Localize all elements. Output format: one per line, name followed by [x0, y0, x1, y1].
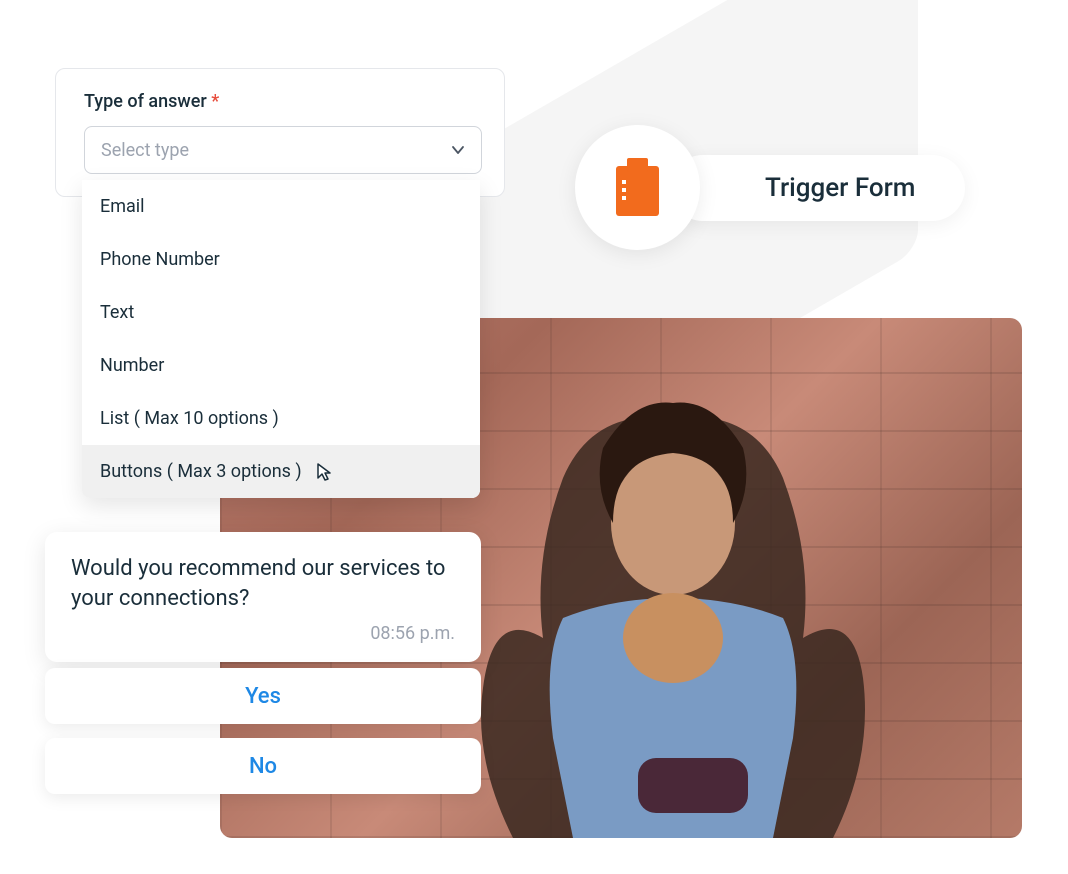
option-label: Number [100, 355, 164, 376]
response-yes-button[interactable]: Yes [45, 668, 481, 724]
select-type-dropdown[interactable]: Select type [84, 126, 482, 174]
clipboard-icon [610, 158, 665, 218]
option-label: Text [100, 302, 134, 323]
required-star: * [211, 91, 219, 112]
field-label-text: Type of answer [84, 91, 207, 112]
field-label: Type of answer * [84, 91, 482, 112]
option-text[interactable]: Text [82, 286, 480, 339]
option-label: Buttons ( Max 3 options ) [100, 461, 302, 482]
trigger-form-title: Trigger Form [765, 173, 915, 203]
option-label: Phone Number [100, 249, 220, 270]
option-phone-number[interactable]: Phone Number [82, 233, 480, 286]
chat-message-bubble: Would you recommend our services to your… [45, 532, 481, 662]
button-label: Yes [245, 684, 281, 709]
select-placeholder: Select type [101, 140, 189, 161]
option-label: Email [100, 196, 145, 217]
button-label: No [249, 754, 277, 779]
chat-message-text: Would you recommend our services to your… [71, 554, 455, 613]
dropdown-options: Email Phone Number Text Number List ( Ma… [82, 180, 480, 498]
answer-type-field: Type of answer * Select type [55, 68, 505, 197]
option-list[interactable]: List ( Max 10 options ) [82, 392, 480, 445]
option-buttons[interactable]: Buttons ( Max 3 options ) [82, 445, 480, 498]
option-email[interactable]: Email [82, 180, 480, 233]
person-silhouette [413, 358, 933, 838]
option-label: List ( Max 10 options ) [100, 408, 279, 429]
chevron-down-icon [451, 143, 465, 157]
option-number[interactable]: Number [82, 339, 480, 392]
chat-timestamp: 08:56 p.m. [71, 623, 455, 644]
cursor-icon [316, 462, 334, 482]
trigger-form-card: Trigger Form [670, 155, 965, 221]
trigger-icon-circle [575, 125, 700, 250]
response-no-button[interactable]: No [45, 738, 481, 794]
